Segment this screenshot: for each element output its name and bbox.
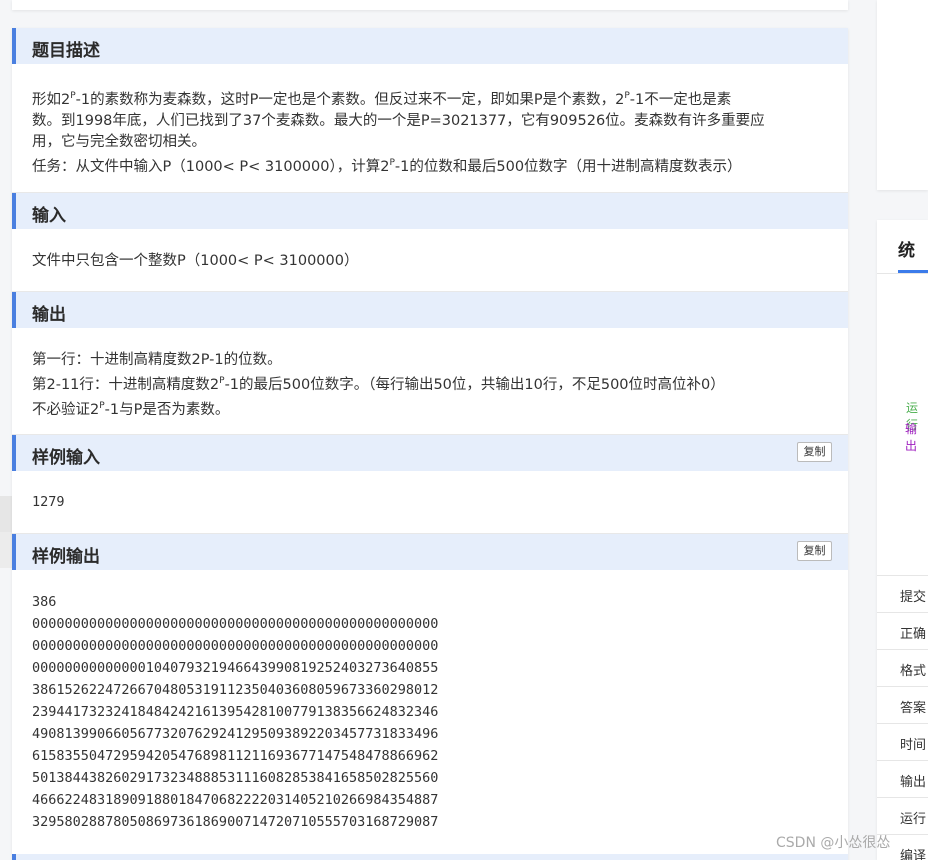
sample-output-line: 4666224831890918801847068222203140521026… [32, 792, 439, 808]
description-line: 形如2P-1的素数称为麦森数，这时P一定也是个素数。但反过来不一定，即如果P是个… [32, 91, 732, 108]
sample-output-line: 4908139906605677320762924129509389220345… [32, 726, 439, 742]
output-header: 输出 [12, 292, 848, 328]
stats-row: 答案 [877, 686, 928, 723]
copy-sample-input-button[interactable]: 复制 [797, 442, 832, 462]
description-title: 题目描述 [32, 41, 100, 61]
input-text: 文件中只包含一个整数P（1000< P< 3100000） [32, 253, 359, 269]
divider [877, 273, 928, 274]
output-line: 第2-11行：十进制高精度数2P-1的最后500位数字。（每行输出50位，共输出… [32, 376, 725, 393]
sample-input-title: 样例输入 [32, 448, 100, 468]
description-line: 数。到1998年底，人们已找到了37个麦森数。最大的一个是P=3021377，它… [32, 113, 765, 129]
stats-panel: 统 运行 输出 提交 正确 格式 答案 时间 输出 运行 编译 [877, 220, 928, 860]
output-line: 不必验证2P-1与P是否为素数。 [32, 401, 230, 418]
copy-sample-output-button[interactable]: 复制 [797, 541, 832, 561]
input-body: 文件中只包含一个整数P（1000< P< 3100000） [12, 251, 848, 272]
stats-row: 时间 [877, 723, 928, 760]
input-title: 输入 [32, 206, 66, 226]
input-header: 输入 [12, 193, 848, 229]
sample-output-line: 5013844382602917323488853111608285384165… [32, 770, 439, 786]
sample-output-line: 0000000000000010407932194664399081925240… [32, 660, 439, 676]
description-body: 形如2P-1的素数称为麦森数，这时P一定也是个素数。但反过来不一定，即如果P是个… [12, 86, 848, 178]
sample-output-title: 样例输出 [32, 547, 100, 567]
sample-output-line: 0000000000000000000000000000000000000000… [32, 616, 439, 632]
problem-card: 题目描述 形如2P-1的素数称为麦森数，这时P一定也是个素数。但反过来不一定，即… [12, 28, 848, 860]
sample-output-line: 6158355047295942054768981121169367714754… [32, 748, 439, 764]
description-header: 题目描述 [12, 28, 848, 64]
stats-row: 正确 [877, 612, 928, 649]
left-gray-mark [0, 496, 12, 532]
sample-input-body: 1279 [12, 491, 848, 513]
sample-input-header: 样例输入 复制 [12, 435, 848, 471]
watermark: CSDN @小怂很怂 [776, 835, 891, 851]
description-line: 用，它与完全数密切相关。 [32, 134, 206, 150]
stats-row: 输出 [877, 760, 928, 797]
left-gray-mark [0, 532, 12, 568]
page: 题目描述 形如2P-1的素数称为麦森数，这时P一定也是个素数。但反过来不一定，即… [0, 0, 928, 860]
sample-output-line: 386 [32, 594, 57, 610]
sample-output-header: 样例输出 复制 [12, 534, 848, 570]
stats-row: 格式 [877, 649, 928, 686]
sample-output-body: 386 000000000000000000000000000000000000… [12, 591, 848, 833]
sample-output-line: 2394417323241848424216139542810077913835… [32, 704, 439, 720]
output-line: 第一行：十进制高精度数2P-1的位数。 [32, 352, 282, 368]
output-body: 第一行：十进制高精度数2P-1的位数。 第2-11行：十进制高精度数2P-1的最… [12, 350, 848, 421]
sample-input-value: 1279 [32, 494, 65, 510]
output-title: 输出 [32, 305, 66, 325]
legend-output-label: 输出 [905, 422, 918, 453]
next-section-header [12, 854, 848, 860]
sample-output-line: 3861526224726670480531911235040360805967… [32, 682, 439, 698]
stats-row: 提交 [877, 575, 928, 612]
sample-output-line: 3295802887805086973618690071472071055570… [32, 814, 439, 830]
previous-card-edge [12, 0, 848, 10]
stats-panel-title: 统 [898, 241, 915, 261]
stats-row: 运行 [877, 797, 928, 834]
description-task: 任务：从文件中输入P（1000< P< 3100000），计算2P-1的位数和最… [32, 158, 742, 175]
right-top-card [877, 0, 928, 190]
sample-output-line: 0000000000000000000000000000000000000000… [32, 638, 439, 654]
